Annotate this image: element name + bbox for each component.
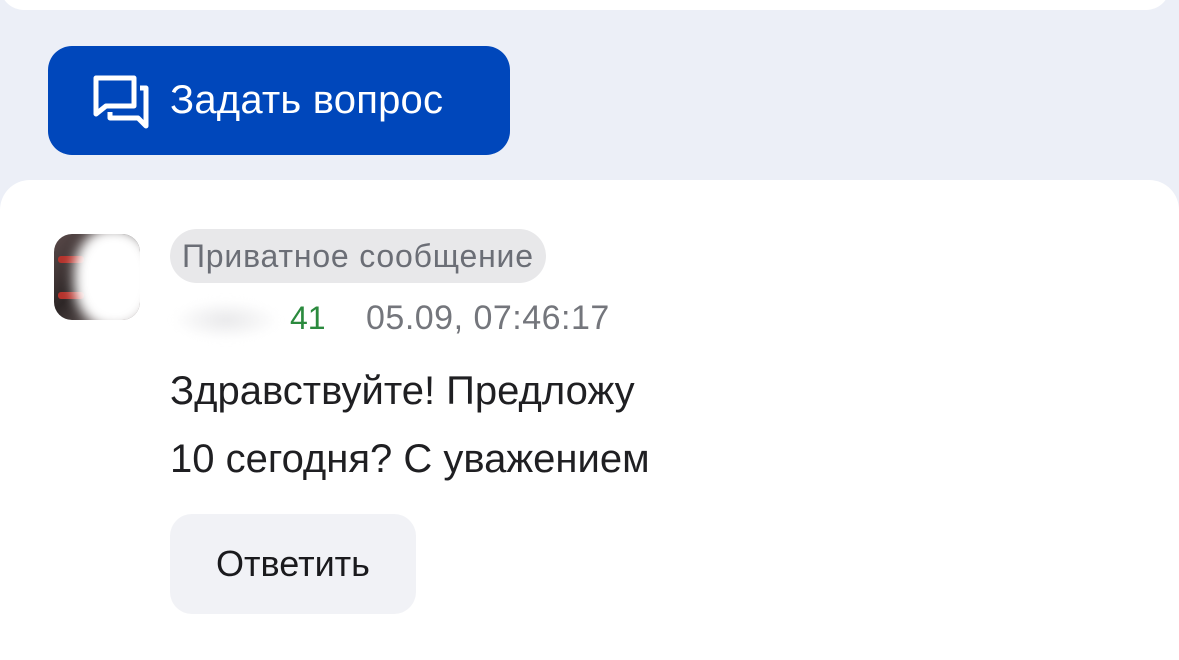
author-rating: 41	[290, 300, 326, 336]
chat-bubbles-icon	[90, 70, 152, 132]
ask-question-button[interactable]: Задать вопрос	[48, 46, 510, 155]
avatar	[54, 234, 140, 320]
reply-button[interactable]: Ответить	[170, 514, 416, 614]
previous-card	[0, 0, 1170, 10]
ask-question-label: Задать вопрос	[170, 78, 444, 122]
message-timestamp: 05.09, 07:46:17	[366, 299, 610, 337]
message-text-line: Здравствуйте! Предложу	[170, 369, 635, 413]
private-message-badge: Приватное сообщение	[170, 229, 546, 283]
message-text-line: 10 сегодня? С уважением	[170, 437, 650, 481]
author-name-blurred	[172, 300, 280, 340]
